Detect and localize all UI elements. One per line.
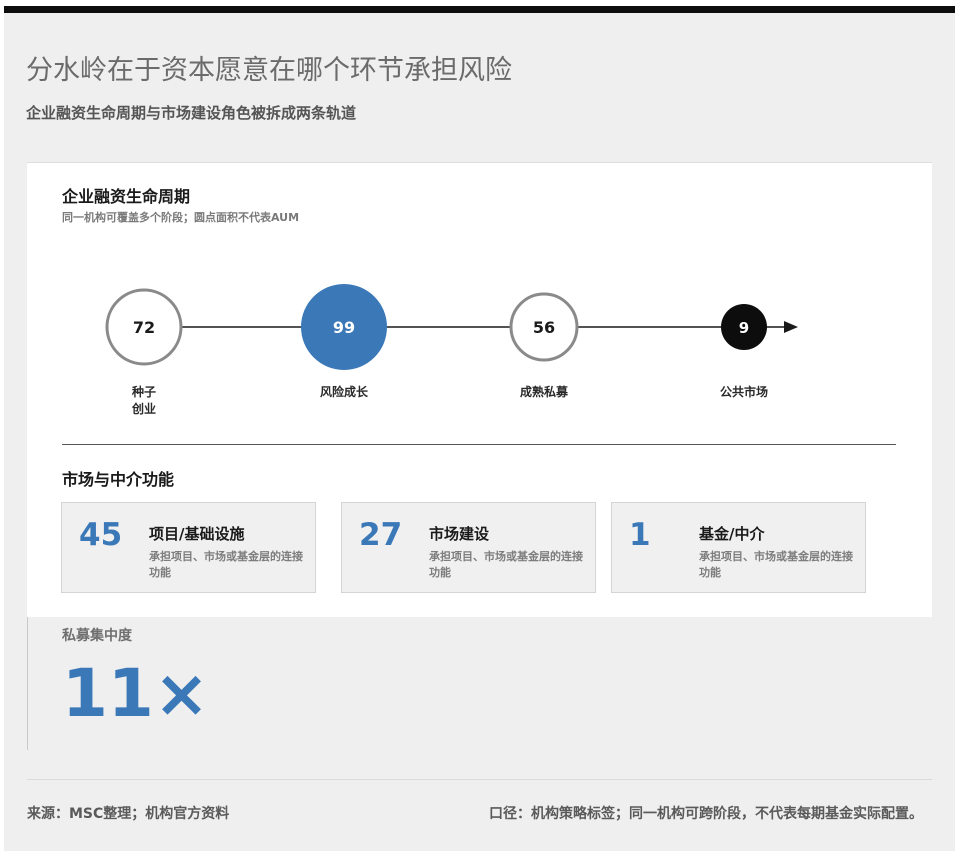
stage-label-public: 公共市场: [719, 385, 768, 399]
function-count: 1: [629, 517, 651, 553]
function-name: 基金/中介: [699, 525, 765, 543]
stage-label-seed: 种子 创业: [131, 385, 156, 416]
stage-node-seed: 72: [105, 288, 183, 366]
footer-source: 来源：MSC整理；机构官方资料: [27, 806, 230, 822]
stage-node-public: 9: [721, 304, 767, 350]
concentration-label: 私募集中度: [62, 628, 132, 644]
stage-count: 72: [133, 318, 155, 337]
function-card-fund-intermediary: 1 基金/中介 承担项目、市场或基金层的连接功能: [611, 502, 866, 593]
stage-count: 99: [333, 318, 355, 337]
footer-rule: [27, 779, 932, 780]
stage-label-venture: 风险成长: [319, 385, 368, 399]
concentration-rule: [27, 617, 28, 750]
function-desc: 承担项目、市场或基金层的连接功能: [429, 550, 583, 579]
function-desc: 承担项目、市场或基金层的连接功能: [149, 550, 303, 579]
stage-node-venture: 99: [301, 284, 387, 370]
stage-count: 9: [739, 319, 749, 337]
function-card-infrastructure: 45 项目/基础设施 承担项目、市场或基金层的连接功能: [61, 502, 316, 593]
footer-note: 口径：机构策略标签；同一机构可跨阶段，不代表每期基金实际配置。: [489, 806, 923, 822]
function-desc: 承担项目、市场或基金层的连接功能: [699, 550, 853, 579]
function-name: 项目/基础设施: [149, 525, 245, 543]
concentration-value: 11×: [62, 655, 210, 732]
function-count: 45: [79, 517, 123, 553]
function-count: 27: [359, 517, 403, 553]
stage-count: 56: [533, 318, 555, 337]
stage-node-mature: 56: [509, 292, 579, 362]
section-divider: [62, 444, 896, 445]
function-card-market-building: 27 市场建设 承担项目、市场或基金层的连接功能: [341, 502, 596, 593]
timeline-arrowhead: [784, 321, 798, 333]
functions-title: 市场与中介功能: [62, 470, 175, 489]
stage-label-mature: 成熟私募: [519, 385, 568, 399]
function-name: 市场建设: [429, 525, 490, 543]
